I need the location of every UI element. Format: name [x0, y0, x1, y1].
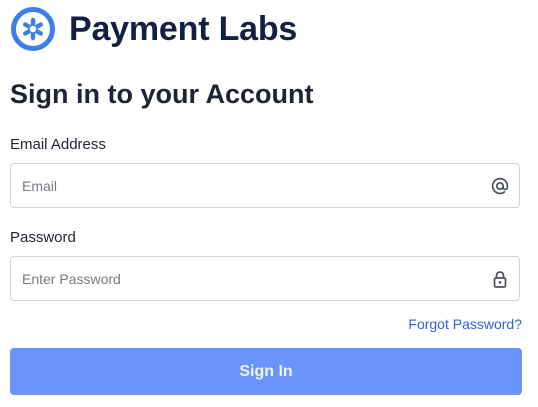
brand-header: Payment Labs	[10, 6, 297, 52]
payment-labs-logo-icon	[11, 7, 55, 51]
email-field-container[interactable]	[10, 163, 520, 208]
page-title: Sign in to your Account	[10, 79, 314, 109]
password-label: Password	[10, 229, 76, 246]
email-input[interactable]	[11, 164, 481, 207]
forgot-password-link[interactable]: Forgot Password?	[408, 315, 522, 333]
brand-name: Payment Labs	[69, 10, 298, 48]
email-label: Email Address	[10, 136, 106, 153]
sign-in-button[interactable]: Sign In	[10, 348, 522, 395]
password-input[interactable]	[11, 257, 481, 300]
lock-icon	[493, 271, 507, 288]
at-sign-icon	[491, 177, 509, 195]
password-field-container[interactable]	[10, 256, 520, 301]
sign-in-page: Payment Labs Sign in to your Account Ema…	[0, 0, 538, 407]
